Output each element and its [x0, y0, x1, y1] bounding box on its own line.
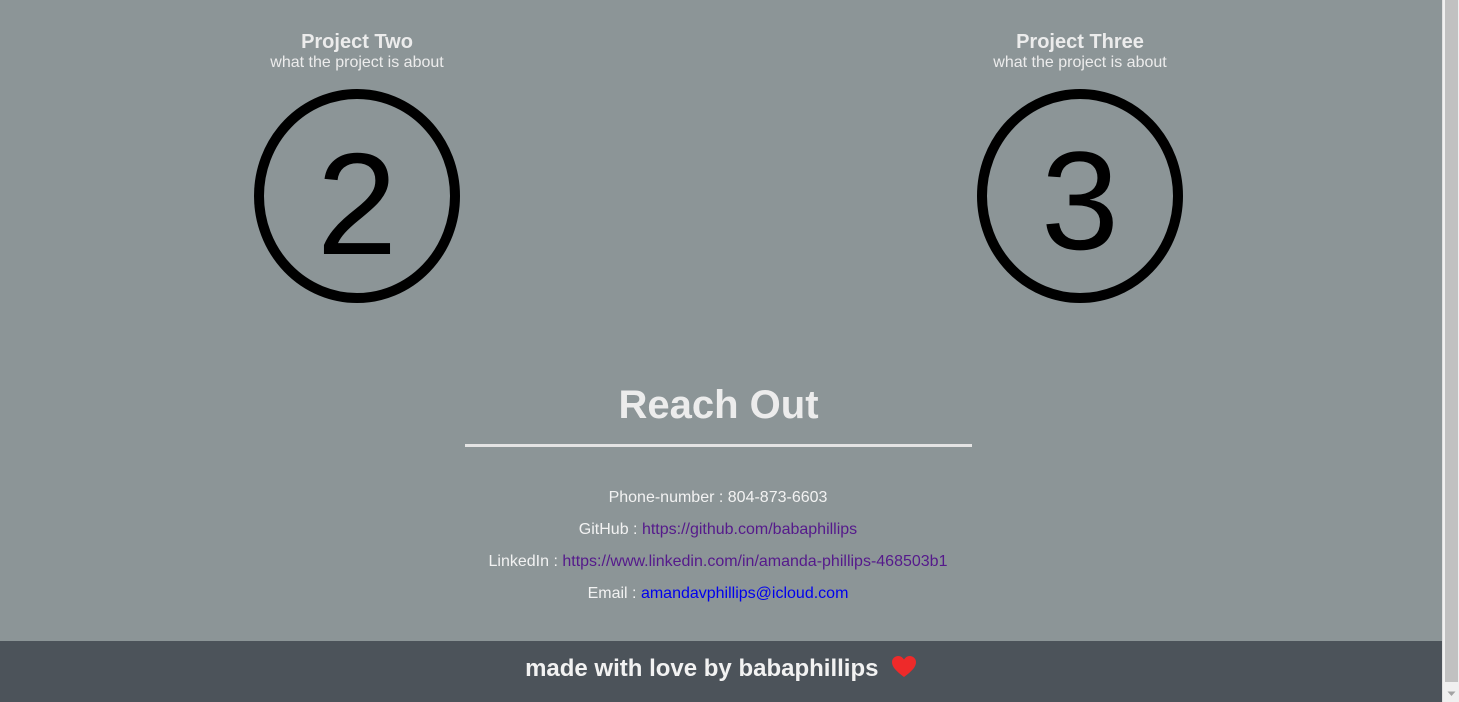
contact-label: Phone-number : [608, 489, 728, 506]
project-title: Project Three [1016, 31, 1144, 53]
vertical-scrollbar[interactable] [1442, 0, 1459, 702]
contact-email: Email : amandavphillips@icloud.com [0, 581, 1436, 613]
contact-github: GitHub : https://github.com/babaphillips [0, 517, 1436, 549]
footer-credit: made with love by babaphillips [525, 655, 879, 682]
contact-label: Email : [587, 585, 641, 602]
phone-number: 804-873-6603 [727, 489, 828, 506]
contact-linkedin: LinkedIn : https://www.linkedin.com/in/a… [0, 549, 1436, 581]
contact-label: LinkedIn : [488, 553, 563, 570]
project-description: what the project is about [993, 54, 1167, 71]
number-two-circle-icon[interactable]: 2 [254, 89, 460, 305]
email-link[interactable]: amandavphillips@icloud.com [641, 585, 848, 602]
project-numeral: 3 [1041, 122, 1119, 279]
scroll-down-arrow-icon[interactable] [1443, 685, 1459, 702]
scrollbar-thumb[interactable] [1445, 0, 1458, 682]
project-description: what the project is about [270, 54, 444, 71]
project-two-card: Project Two what the project is about 2 [207, 30, 507, 305]
heart-icon [891, 656, 916, 677]
project-title: Project Two [301, 31, 413, 53]
github-link[interactable]: https://github.com/babaphillips [642, 521, 857, 538]
project-numeral: 2 [317, 123, 398, 285]
number-three-circle-icon[interactable]: 3 [977, 89, 1183, 305]
section-divider [465, 444, 972, 447]
reach-out-heading: Reach Out [618, 383, 819, 427]
contact-list: Phone-number : 804-873-6603 GitHub : htt… [0, 485, 1436, 613]
contact-label: GitHub : [578, 521, 642, 538]
linkedin-link[interactable]: https://www.linkedin.com/in/amanda-phill… [562, 553, 947, 570]
footer: made with love by babaphillips [0, 641, 1442, 702]
page: Project Two what the project is about 2 … [0, 0, 1442, 702]
contact-phone: Phone-number : 804-873-6603 [0, 485, 1436, 517]
project-three-card: Project Three what the project is about … [930, 30, 1230, 305]
